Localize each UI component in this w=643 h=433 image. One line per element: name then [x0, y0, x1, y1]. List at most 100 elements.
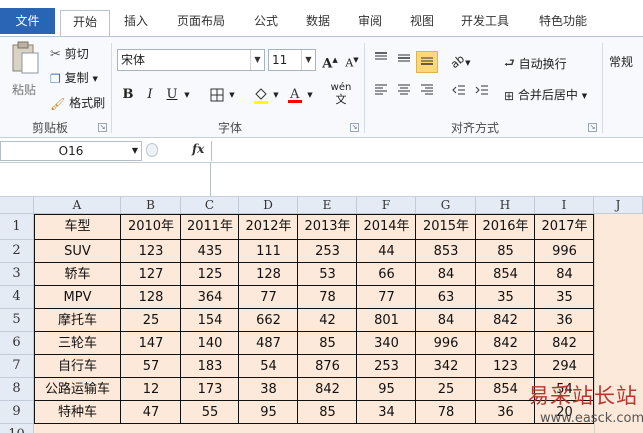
- table-cell[interactable]: 53: [298, 263, 357, 286]
- table-cell[interactable]: 25: [121, 309, 181, 332]
- table-cell[interactable]: 85: [298, 401, 357, 424]
- chevron-down-icon[interactable]: ▼: [270, 84, 282, 106]
- table-cell[interactable]: 三轮车: [34, 332, 121, 355]
- table-cell[interactable]: 842: [298, 378, 357, 401]
- chevron-down-icon[interactable]: ▼: [132, 142, 138, 160]
- tab-home[interactable]: 开始: [60, 10, 110, 36]
- table-cell[interactable]: 12: [121, 378, 181, 401]
- table-cell[interactable]: 44: [357, 240, 416, 263]
- decrease-indent-button[interactable]: [448, 83, 470, 105]
- table-cell[interactable]: 364: [181, 286, 239, 309]
- copy-button[interactable]: ❐ 复制 ▼: [50, 69, 98, 86]
- table-cell[interactable]: 轿车: [34, 263, 121, 286]
- name-box-resize-handle[interactable]: [146, 143, 158, 157]
- table-cell[interactable]: 66: [357, 263, 416, 286]
- table-header-cell[interactable]: 2011年: [181, 214, 239, 240]
- column-header-i[interactable]: I: [535, 197, 594, 214]
- align-left-button[interactable]: [370, 83, 392, 105]
- font-size-combo[interactable]: 11 ▼: [268, 49, 316, 71]
- table-cell[interactable]: 801: [357, 309, 416, 332]
- tab-view[interactable]: 视图: [400, 10, 444, 36]
- clipboard-launcher-icon[interactable]: ↘: [98, 123, 107, 132]
- column-header-a[interactable]: A: [34, 197, 121, 214]
- table-cell[interactable]: 253: [357, 355, 416, 378]
- chevron-down-icon[interactable]: ▼: [181, 84, 193, 106]
- grow-font-button[interactable]: A▲: [319, 49, 341, 71]
- row-header-7[interactable]: 7: [0, 355, 34, 378]
- table-cell[interactable]: 125: [181, 263, 239, 286]
- table-cell[interactable]: 487: [239, 332, 298, 355]
- font-name-combo[interactable]: 宋体 ▼: [117, 49, 265, 71]
- table-cell[interactable]: 128: [239, 263, 298, 286]
- row-header-3[interactable]: 3: [0, 263, 34, 286]
- table-cell[interactable]: 自行车: [34, 355, 121, 378]
- align-right-button[interactable]: [416, 83, 438, 105]
- column-header-b[interactable]: B: [121, 197, 181, 214]
- table-header-cell[interactable]: 2010年: [121, 214, 181, 240]
- chevron-down-icon[interactable]: ▼: [250, 50, 264, 70]
- number-format-combo[interactable]: 常规: [609, 53, 633, 70]
- table-cell[interactable]: 183: [181, 355, 239, 378]
- table-cell[interactable]: 摩托车: [34, 309, 121, 332]
- font-launcher-icon[interactable]: ↘: [350, 123, 359, 132]
- chevron-down-icon[interactable]: ▼: [304, 84, 316, 106]
- bold-button[interactable]: B: [117, 84, 139, 106]
- insert-function-icon[interactable]: fx: [192, 142, 204, 156]
- table-cell[interactable]: 123: [476, 355, 535, 378]
- column-header-c[interactable]: C: [181, 197, 239, 214]
- align-center-button[interactable]: [393, 83, 415, 105]
- table-cell[interactable]: 34: [357, 401, 416, 424]
- table-cell[interactable]: 63: [416, 286, 476, 309]
- fill-color-button[interactable]: [250, 84, 272, 106]
- row-header-8[interactable]: 8: [0, 378, 34, 401]
- table-cell[interactable]: 25: [416, 378, 476, 401]
- row-header-6[interactable]: 6: [0, 332, 34, 355]
- table-header-cell[interactable]: 2013年: [298, 214, 357, 240]
- row-header-1[interactable]: 1: [0, 214, 34, 240]
- table-cell[interactable]: 55: [181, 401, 239, 424]
- alignment-launcher-icon[interactable]: ↘: [588, 123, 597, 132]
- align-top-button[interactable]: [370, 51, 392, 73]
- select-all-corner[interactable]: [0, 197, 34, 214]
- phonetic-button[interactable]: wén 文: [326, 82, 356, 106]
- italic-button[interactable]: I: [139, 84, 161, 106]
- table-cell[interactable]: 342: [416, 355, 476, 378]
- tab-formulas[interactable]: 公式: [244, 10, 288, 36]
- table-header-cell[interactable]: 2016年: [476, 214, 535, 240]
- table-cell[interactable]: 662: [239, 309, 298, 332]
- tab-insert[interactable]: 插入: [114, 10, 158, 36]
- orientation-button[interactable]: ab▼: [448, 51, 474, 73]
- table-cell[interactable]: 294: [535, 355, 594, 378]
- column-header-h[interactable]: H: [476, 197, 535, 214]
- table-cell[interactable]: 47: [121, 401, 181, 424]
- wrap-text-button[interactable]: ⮐ 自动换行: [504, 54, 567, 75]
- column-header-g[interactable]: G: [416, 197, 476, 214]
- cut-button[interactable]: ✂ 剪切: [50, 45, 89, 62]
- table-cell[interactable]: 95: [239, 401, 298, 424]
- name-box[interactable]: O16 ▼: [0, 141, 142, 161]
- table-cell[interactable]: 123: [121, 240, 181, 263]
- table-cell[interactable]: 85: [298, 332, 357, 355]
- tab-review[interactable]: 审阅: [348, 10, 392, 36]
- chevron-down-icon[interactable]: ▼: [226, 84, 238, 106]
- table-cell[interactable]: 111: [239, 240, 298, 263]
- column-header-e[interactable]: E: [298, 197, 357, 214]
- table-cell[interactable]: 84: [416, 309, 476, 332]
- paste-button[interactable]: 粘贴: [10, 41, 42, 111]
- align-bottom-button[interactable]: [416, 51, 438, 73]
- table-cell[interactable]: 54: [239, 355, 298, 378]
- table-cell[interactable]: 公路运输车: [34, 378, 121, 401]
- table-cell[interactable]: 78: [298, 286, 357, 309]
- table-cell[interactable]: 85: [476, 240, 535, 263]
- table-cell[interactable]: 77: [239, 286, 298, 309]
- table-cell[interactable]: 842: [535, 332, 594, 355]
- row-header-4[interactable]: 4: [0, 286, 34, 309]
- table-cell[interactable]: 特种车: [34, 401, 121, 424]
- table-cell[interactable]: 853: [416, 240, 476, 263]
- table-cell[interactable]: SUV: [34, 240, 121, 263]
- merge-center-button[interactable]: ⊞ 合并后居中 ▼: [504, 86, 587, 103]
- column-header-f[interactable]: F: [357, 197, 416, 214]
- table-cell[interactable]: 996: [535, 240, 594, 263]
- increase-indent-button[interactable]: [471, 83, 493, 105]
- table-header-cell[interactable]: 2012年: [239, 214, 298, 240]
